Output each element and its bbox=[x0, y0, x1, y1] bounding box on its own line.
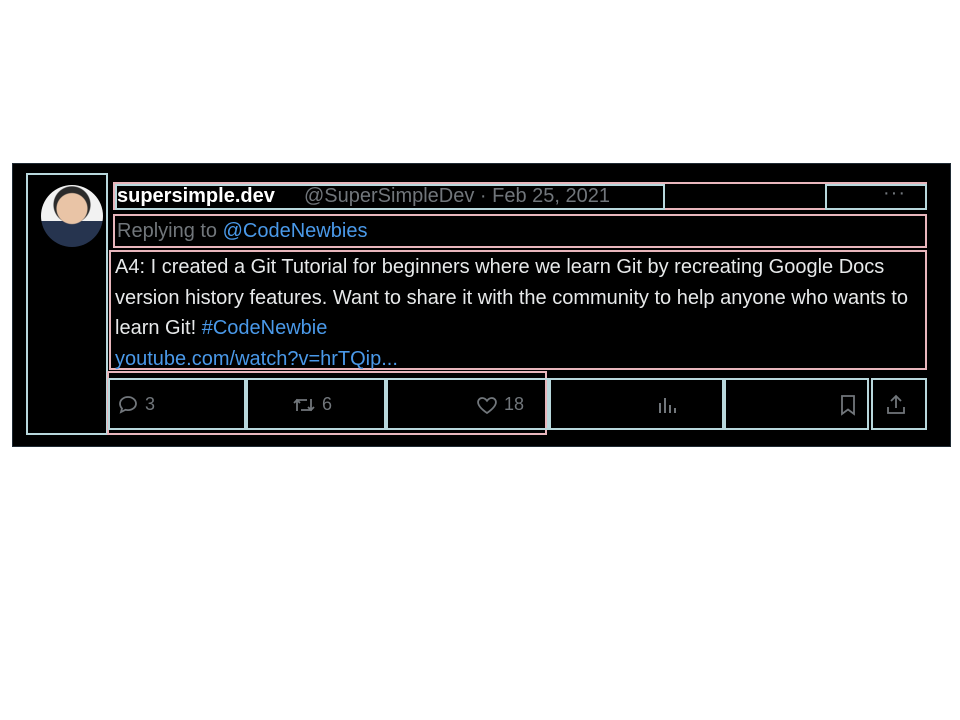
like-action[interactable] bbox=[386, 378, 549, 430]
reply-button[interactable]: 3 bbox=[116, 393, 155, 417]
heart-icon bbox=[475, 394, 504, 415]
reply-count: 3 bbox=[145, 393, 156, 414]
replying-to-label: Replying to bbox=[117, 220, 218, 242]
url-link[interactable]: youtube.com/watch?v=hrTQip... bbox=[115, 344, 923, 375]
share-icon bbox=[884, 394, 908, 414]
views-button[interactable] bbox=[655, 393, 679, 417]
bookmark-icon bbox=[836, 394, 860, 416]
handle-and-date[interactable]: @SuperSimpleDev · Feb 25, 2021 bbox=[304, 185, 610, 208]
share-button[interactable] bbox=[884, 393, 908, 417]
tweet-text: A4: I created a Git Tutorial for beginne… bbox=[115, 252, 923, 374]
like-button[interactable]: 18 bbox=[475, 393, 524, 417]
avatar[interactable] bbox=[41, 185, 103, 247]
avatar-column bbox=[26, 173, 108, 435]
views-action[interactable] bbox=[549, 378, 724, 430]
comment-icon bbox=[116, 394, 145, 414]
more-options-button[interactable]: ··· bbox=[883, 182, 906, 205]
retweet-icon bbox=[291, 394, 322, 414]
hashtag-link[interactable]: #CodeNewbie bbox=[202, 317, 328, 339]
mention-link[interactable]: @CodeNewbies bbox=[223, 220, 368, 242]
tweet-card[interactable]: supersimple.dev @SuperSimpleDev · Feb 25… bbox=[12, 163, 951, 447]
more-options-area bbox=[825, 184, 927, 210]
display-name[interactable]: supersimple.dev bbox=[117, 185, 275, 208]
bookmark-button[interactable] bbox=[836, 393, 860, 417]
retweet-button[interactable]: 6 bbox=[291, 393, 332, 417]
analytics-icon bbox=[655, 394, 679, 414]
like-count: 18 bbox=[504, 393, 525, 414]
replying-to: Replying to @CodeNewbies bbox=[117, 220, 367, 243]
retweet-count: 6 bbox=[322, 393, 333, 414]
